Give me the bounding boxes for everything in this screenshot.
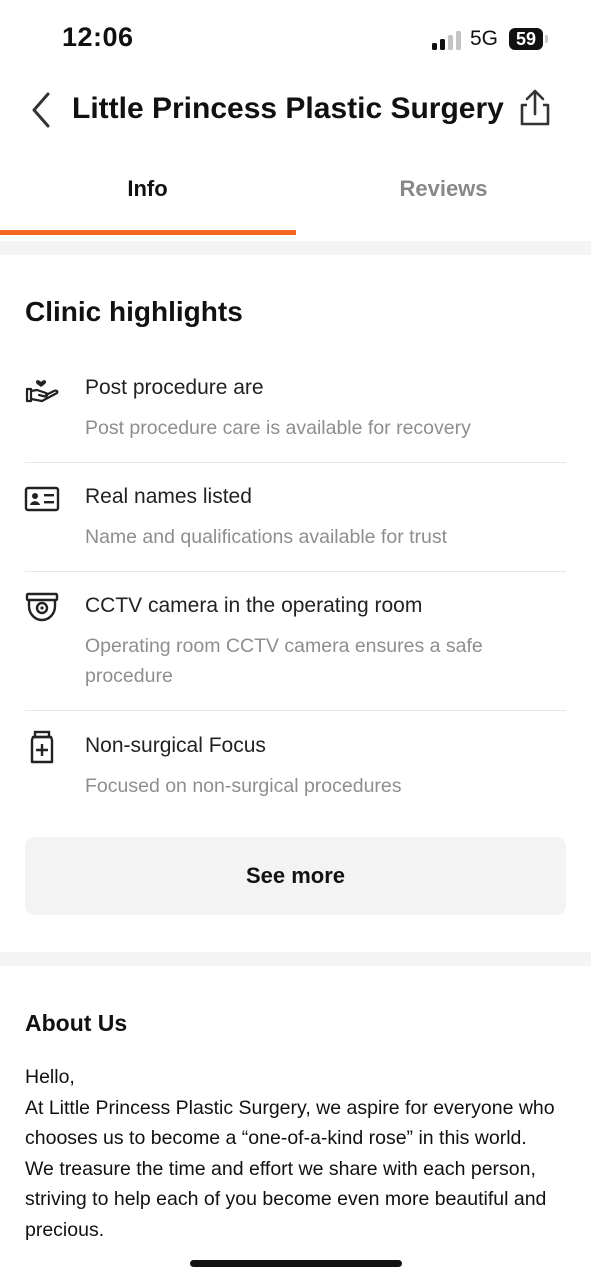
id-card-icon [24,482,60,516]
share-button[interactable] [516,88,554,128]
tab-info[interactable]: Info [0,160,295,216]
clinic-highlights-title: Clinic highlights [25,296,243,327]
tab-reviews[interactable]: Reviews [296,160,591,216]
medicine-bottle-icon [24,730,60,764]
chevron-left-icon [32,92,50,128]
about-text: Hello, At Little Princess Plastic Surger… [25,1062,575,1245]
header: Little Princess Plastic Surgery [0,80,591,140]
tab-selected-indicator [0,230,296,235]
about-paragraph: Hello, [25,1066,75,1088]
highlight-title: CCTV camera in the operating room [85,594,423,617]
section-divider [0,952,591,966]
about-title: About Us [25,1010,128,1036]
highlight-separator [25,710,566,711]
back-button[interactable] [26,90,58,130]
hand-heart-icon [24,373,60,407]
signal-icon [432,30,464,50]
highlight-description: Operating room CCTV camera ensures a saf… [85,635,483,687]
cctv-camera-icon [24,591,60,625]
see-more-button[interactable]: See more [25,837,566,915]
highlight-description: Post procedure care is available for rec… [85,417,471,439]
about-paragraph: At Little Princess Plastic Surgery, we a… [25,1096,555,1150]
highlight-separator [25,571,566,572]
highlight-separator [25,462,566,463]
highlight-title: Post procedure are [85,376,264,399]
highlight-description: Name and qualifications available for tr… [85,526,448,548]
highlight-title: Non-surgical Focus [85,734,266,757]
battery-level: 59 [515,29,537,49]
page-title: Little Princess Plastic Surgery [72,92,504,125]
highlight-title: Real names listed [85,485,252,508]
section-divider [0,241,591,255]
battery-nub [545,35,548,43]
status-bar: 12:06 5G 59 [0,0,591,80]
battery-icon: 59 [509,28,543,50]
about-paragraph: We treasure the time and effort we share… [25,1157,547,1241]
home-indicator[interactable] [190,1260,402,1267]
status-time: 12:06 [62,22,134,52]
tab-bar: Info Reviews [0,160,591,236]
highlight-description: Focused on non-surgical procedures [85,775,402,797]
share-icon [520,89,550,126]
network-label: 5G [470,27,499,50]
